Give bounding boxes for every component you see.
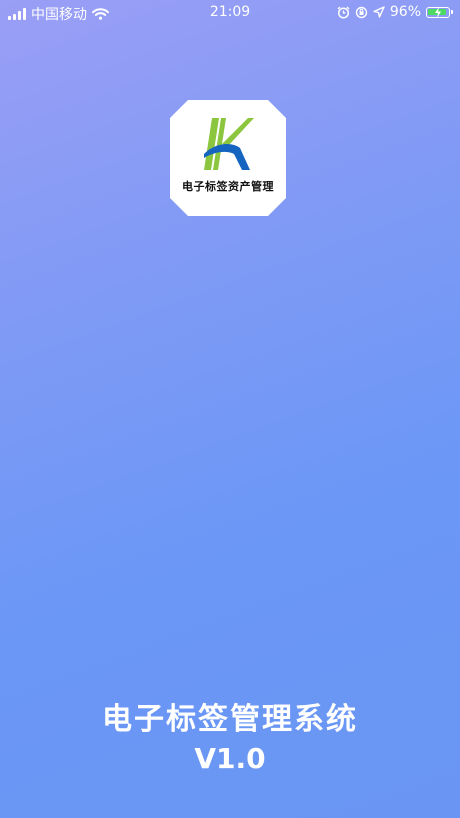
- orientation-lock-icon: [355, 6, 368, 19]
- app-logo: 电子标签资产管理: [170, 100, 286, 216]
- status-bar-right: 96%: [337, 4, 453, 20]
- status-bar: 中国移动 21:09 96%: [0, 0, 460, 26]
- app-version: V1.0: [194, 742, 266, 775]
- charging-icon: [435, 6, 441, 18]
- alarm-icon: [337, 6, 350, 19]
- logo-k-icon: [204, 118, 254, 170]
- battery-icon: [426, 6, 453, 18]
- logo-caption: 电子标签资产管理: [182, 180, 274, 193]
- battery-percent: 96%: [389, 4, 421, 20]
- location-icon: [373, 6, 385, 18]
- app-title: 电子标签管理系统: [102, 702, 358, 737]
